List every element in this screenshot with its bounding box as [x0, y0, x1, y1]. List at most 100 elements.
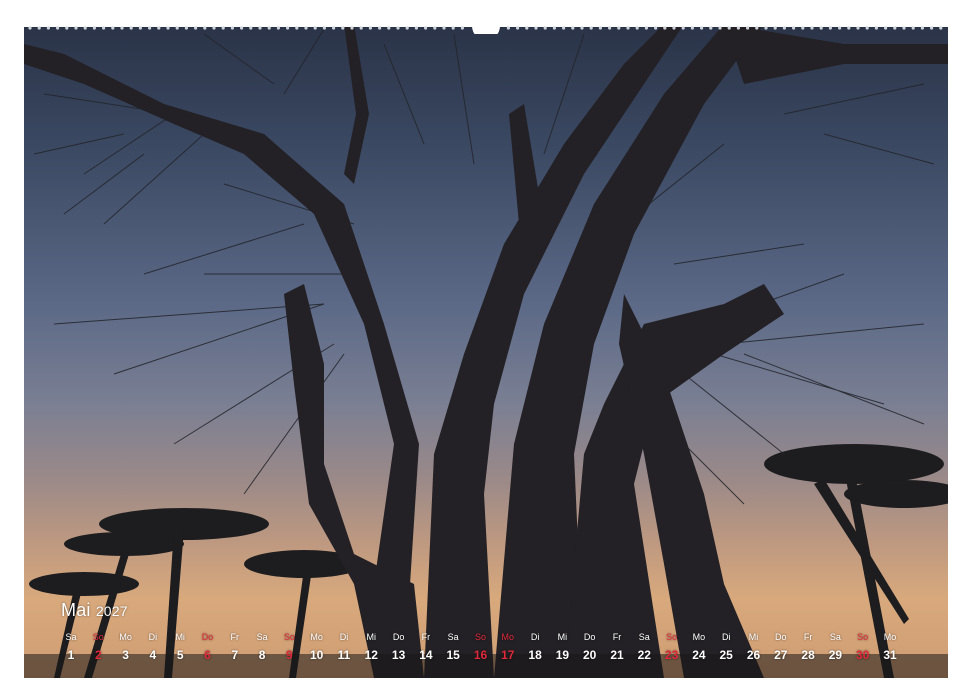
binding-hole — [28, 26, 32, 30]
weekday-name: Mo — [501, 632, 515, 642]
binding-hole — [46, 26, 50, 30]
binding-hole — [819, 26, 823, 30]
binding-hole — [654, 26, 658, 30]
binding-hole — [378, 26, 382, 30]
weekday-name: So — [857, 632, 869, 642]
weekday-name: So — [666, 632, 678, 642]
weekday-name: Mo — [119, 632, 132, 642]
binding-hole — [939, 26, 943, 30]
binding-holes — [24, 24, 948, 34]
binding-hole — [884, 26, 888, 30]
day-number: 14 — [419, 648, 433, 662]
binding-hole — [571, 26, 575, 30]
binding-hole — [332, 26, 336, 30]
binding-hole — [184, 26, 188, 30]
day-number: 12 — [364, 648, 378, 662]
binding-hole — [424, 26, 428, 30]
day-number: 20 — [583, 648, 597, 662]
binding-hole — [617, 26, 621, 30]
day-number: 19 — [555, 648, 570, 662]
day-number: 28 — [801, 648, 815, 662]
binding-hole — [175, 26, 179, 30]
binding-hole — [681, 26, 685, 30]
binding-hole — [249, 26, 253, 30]
binding-hole — [782, 26, 787, 30]
binding-hole — [65, 26, 69, 30]
binding-hole — [194, 26, 198, 30]
binding-hole — [414, 26, 418, 30]
binding-hole — [810, 26, 814, 30]
binding-hole — [562, 26, 566, 30]
day-number: 23 — [664, 648, 679, 662]
binding-hole — [442, 26, 446, 30]
binding-hole — [764, 26, 768, 30]
day-number: 4 — [149, 648, 157, 662]
day-number: 1 — [67, 648, 75, 662]
weekday-name: Mo — [310, 632, 323, 642]
binding-hole — [148, 26, 152, 30]
binding-hole — [801, 26, 805, 30]
day-number: 30 — [856, 648, 870, 662]
binding-hole — [102, 26, 106, 30]
binding-hole — [258, 26, 262, 30]
binding-hole — [286, 26, 290, 30]
weekday-name: Mo — [692, 632, 706, 642]
baobab-photo — [24, 24, 948, 678]
tree-silhouette — [24, 24, 948, 678]
weekday-name: Sa — [829, 632, 841, 642]
binding-hole — [663, 26, 667, 30]
day-number: 21 — [610, 648, 624, 662]
binding-hole — [203, 26, 207, 30]
binding-hole — [276, 26, 280, 30]
weekday-name: Mi — [175, 632, 185, 642]
weekday-name: So — [283, 632, 295, 642]
binding-hole — [736, 26, 741, 30]
binding-hole — [83, 26, 87, 30]
day-number: 2 — [94, 648, 102, 662]
day-numbers-row: 1 2 3 4 5 6 7 8 9 10 11 12 13 14 15 16 17 18 19 20 21 22 23 24 2… — [58, 646, 918, 662]
weekday-name: Mi — [366, 632, 377, 642]
binding-hole — [847, 26, 851, 30]
weekday-name: Di — [530, 632, 540, 642]
binding-hole — [920, 26, 925, 30]
binding-hole — [506, 26, 510, 30]
weekday-name: Di — [148, 632, 158, 642]
weekday-name: Do — [583, 632, 596, 642]
binding-hole — [580, 26, 584, 30]
weekday-name: So — [474, 632, 486, 642]
day-number: 26 — [746, 648, 761, 662]
weekday-name: Mi — [748, 632, 759, 642]
spiral-binding — [24, 24, 948, 34]
binding-hole — [773, 26, 777, 30]
day-number: 18 — [528, 648, 542, 662]
day-number: 17 — [501, 648, 515, 662]
binding-hole — [111, 26, 115, 30]
calendar-page: Mai 2027 Sa So Mo Di Mi Do Fr Sa So Mo Di Mi Do Fr Sa S… — [0, 0, 971, 700]
binding-hole — [746, 26, 750, 30]
day-number: 9 — [286, 648, 293, 662]
day-number: 25 — [719, 648, 733, 662]
binding-hole — [598, 26, 603, 30]
day-number: 7 — [231, 648, 239, 662]
binding-hole — [138, 26, 142, 30]
binding-hole — [543, 26, 547, 30]
binding-hole — [525, 26, 529, 30]
binding-hole — [221, 26, 225, 30]
binding-hole — [212, 26, 216, 30]
binding-hole — [516, 26, 520, 30]
binding-hole — [240, 26, 244, 30]
binding-hole — [359, 26, 363, 30]
day-number: 11 — [337, 648, 351, 662]
binding-hole — [589, 26, 593, 30]
weekday-name: Di — [339, 632, 349, 642]
binding-hole — [755, 26, 759, 30]
binding-hole — [690, 26, 695, 30]
binding-hole — [322, 26, 326, 30]
weekday-name: Do — [201, 632, 214, 642]
binding-hole — [368, 26, 372, 30]
binding-hole — [304, 26, 308, 30]
weekday-name: So — [92, 632, 104, 642]
weekday-name: Fr — [230, 632, 240, 642]
binding-hole — [405, 26, 409, 30]
weekday-name: Fr — [421, 632, 431, 642]
